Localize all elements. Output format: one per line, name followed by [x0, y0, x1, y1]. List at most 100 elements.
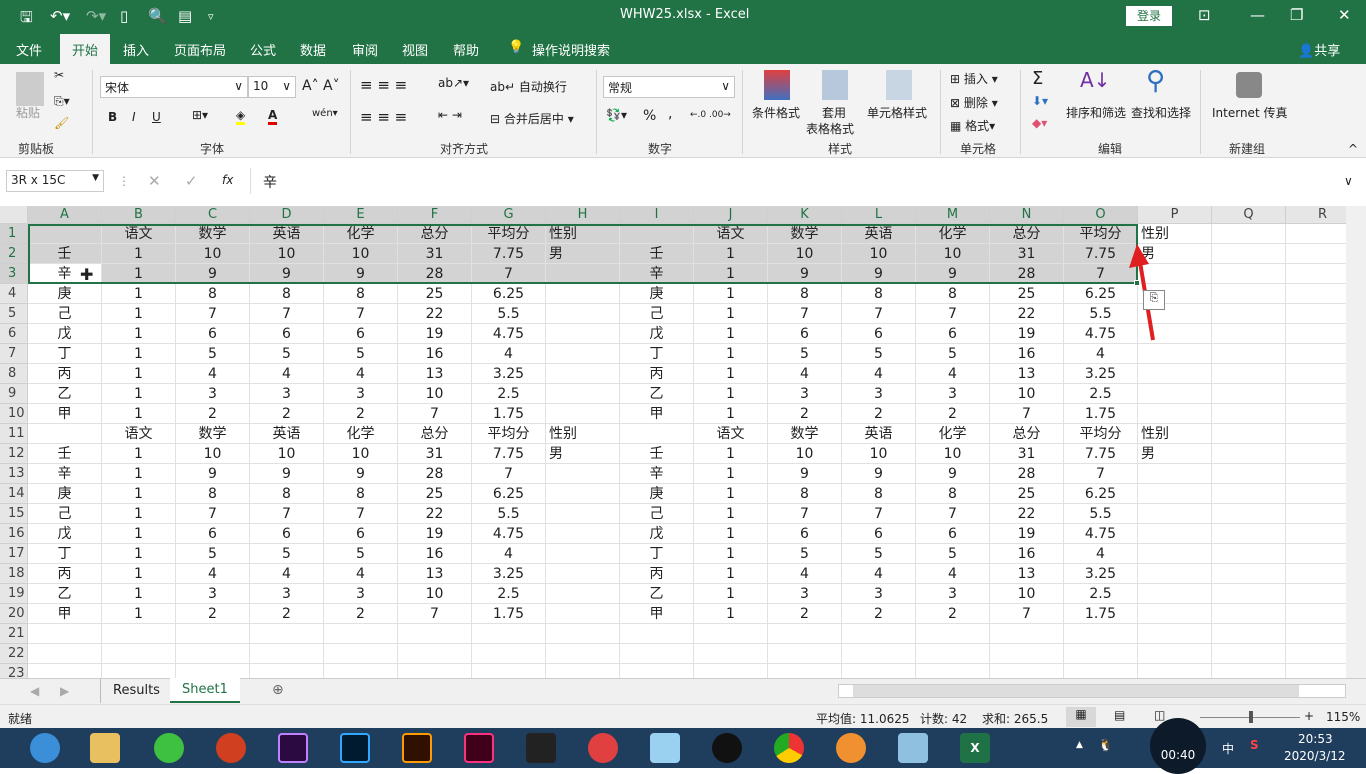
cell-N9[interactable]: 10: [990, 384, 1064, 404]
cell-D8[interactable]: 4: [250, 364, 324, 384]
row-header-10[interactable]: 10: [0, 404, 28, 424]
zoom-in-button[interactable]: +: [1304, 709, 1314, 723]
cell-J12[interactable]: 1: [694, 444, 768, 464]
cell-styles-button[interactable]: 单元格样式: [867, 104, 927, 121]
cell-Q1[interactable]: [1212, 224, 1286, 244]
cell-H13[interactable]: [546, 464, 620, 484]
cell-G2[interactable]: 7.75: [472, 244, 546, 264]
row-header-15[interactable]: 15: [0, 504, 28, 524]
cell-E20[interactable]: 2: [324, 604, 398, 624]
cell-O17[interactable]: 4: [1064, 544, 1138, 564]
page-break-view-button[interactable]: ◫: [1154, 708, 1165, 722]
cell-R21[interactable]: [1286, 624, 1346, 644]
cell-L12[interactable]: 10: [842, 444, 916, 464]
cell-J5[interactable]: 1: [694, 304, 768, 324]
tab-view[interactable]: 视图: [402, 40, 428, 59]
cell-F2[interactable]: 31: [398, 244, 472, 264]
share-button[interactable]: 👤共享: [1298, 40, 1340, 59]
currency-icon[interactable]: 💱▾: [606, 108, 627, 122]
format-cells-button[interactable]: ▦ 格式▾: [950, 117, 995, 134]
row-header-19[interactable]: 19: [0, 584, 28, 604]
vertical-scrollbar[interactable]: [1346, 206, 1366, 678]
merge-center-button[interactable]: ⊟ 合并后居中 ▾: [490, 110, 574, 127]
cell-Q18[interactable]: [1212, 564, 1286, 584]
cell-E2[interactable]: 10: [324, 244, 398, 264]
autosum-button[interactable]: Σ: [1032, 68, 1043, 89]
powerpoint-icon[interactable]: [216, 733, 246, 763]
cell-C6[interactable]: 6: [176, 324, 250, 344]
chrome-icon[interactable]: [774, 733, 804, 763]
format-painter-icon[interactable]: 🖌: [54, 116, 69, 130]
cell-E12[interactable]: 10: [324, 444, 398, 464]
cell-R14[interactable]: [1286, 484, 1346, 504]
cell-R7[interactable]: [1286, 344, 1346, 364]
cell-R23[interactable]: [1286, 664, 1346, 678]
recording-timer[interactable]: 00:40: [1150, 718, 1206, 774]
cell-N22[interactable]: [990, 644, 1064, 664]
cell-L8[interactable]: 4: [842, 364, 916, 384]
cell-N4[interactable]: 25: [990, 284, 1064, 304]
sheet-tab-sheet1[interactable]: Sheet1: [170, 678, 240, 703]
cell-K20[interactable]: 2: [768, 604, 842, 624]
cell-L13[interactable]: 9: [842, 464, 916, 484]
cell-P17[interactable]: [1138, 544, 1212, 564]
cell-G3[interactable]: 7: [472, 264, 546, 284]
cell-C2[interactable]: 10: [176, 244, 250, 264]
cell-I19[interactable]: 乙: [620, 584, 694, 604]
row-header-17[interactable]: 17: [0, 544, 28, 564]
expand-formula-icon[interactable]: ∨: [1344, 174, 1353, 188]
cell-K3[interactable]: 9: [768, 264, 842, 284]
cell-R22[interactable]: [1286, 644, 1346, 664]
cell-J10[interactable]: 1: [694, 404, 768, 424]
cortana-icon[interactable]: [30, 733, 60, 763]
cell-C21[interactable]: [176, 624, 250, 644]
comma-button[interactable]: ,: [668, 106, 672, 122]
cell-G14[interactable]: 6.25: [472, 484, 546, 504]
cell-E9[interactable]: 3: [324, 384, 398, 404]
cell-K22[interactable]: [768, 644, 842, 664]
cell-F23[interactable]: [398, 664, 472, 678]
undo-icon[interactable]: ↶▾: [50, 7, 70, 25]
cell-K13[interactable]: 9: [768, 464, 842, 484]
formula-input[interactable]: 辛: [250, 168, 1358, 194]
cell-P13[interactable]: [1138, 464, 1212, 484]
cell-M9[interactable]: 3: [916, 384, 990, 404]
cell-E10[interactable]: 2: [324, 404, 398, 424]
sheet-tab-results[interactable]: Results: [100, 679, 173, 703]
cell-I13[interactable]: 辛: [620, 464, 694, 484]
cut-icon[interactable]: ✂: [54, 68, 64, 82]
cell-J9[interactable]: 1: [694, 384, 768, 404]
grow-font-icon[interactable]: A˄ A˅: [302, 78, 340, 94]
cell-R10[interactable]: [1286, 404, 1346, 424]
cell-K5[interactable]: 7: [768, 304, 842, 324]
ime-indicator[interactable]: 中: [1222, 740, 1234, 757]
cell-L21[interactable]: [842, 624, 916, 644]
cell-O20[interactable]: 1.75: [1064, 604, 1138, 624]
column-header-K[interactable]: K: [768, 206, 842, 224]
cell-F3[interactable]: 28: [398, 264, 472, 284]
cell-E14[interactable]: 8: [324, 484, 398, 504]
excel-taskbar-icon[interactable]: X: [960, 733, 990, 763]
cell-N7[interactable]: 16: [990, 344, 1064, 364]
indent-icons[interactable]: ⇤ ⇥: [438, 108, 462, 122]
cell-Q14[interactable]: [1212, 484, 1286, 504]
cell-H5[interactable]: [546, 304, 620, 324]
cell-N1[interactable]: 总分: [990, 224, 1064, 244]
cell-E19[interactable]: 3: [324, 584, 398, 604]
cell-A21[interactable]: [28, 624, 102, 644]
cell-C7[interactable]: 5: [176, 344, 250, 364]
cell-N20[interactable]: 7: [990, 604, 1064, 624]
login-button[interactable]: 登录: [1126, 6, 1172, 26]
cell-I4[interactable]: 庚: [620, 284, 694, 304]
cell-Q10[interactable]: [1212, 404, 1286, 424]
cell-F19[interactable]: 10: [398, 584, 472, 604]
delete-cells-button[interactable]: ⊠ 删除 ▾: [950, 94, 998, 111]
cell-M15[interactable]: 7: [916, 504, 990, 524]
cell-A17[interactable]: 丁: [28, 544, 102, 564]
cell-H3[interactable]: [546, 264, 620, 284]
cell-E15[interactable]: 7: [324, 504, 398, 524]
cell-H18[interactable]: [546, 564, 620, 584]
cell-L22[interactable]: [842, 644, 916, 664]
cell-G22[interactable]: [472, 644, 546, 664]
cell-J2[interactable]: 1: [694, 244, 768, 264]
